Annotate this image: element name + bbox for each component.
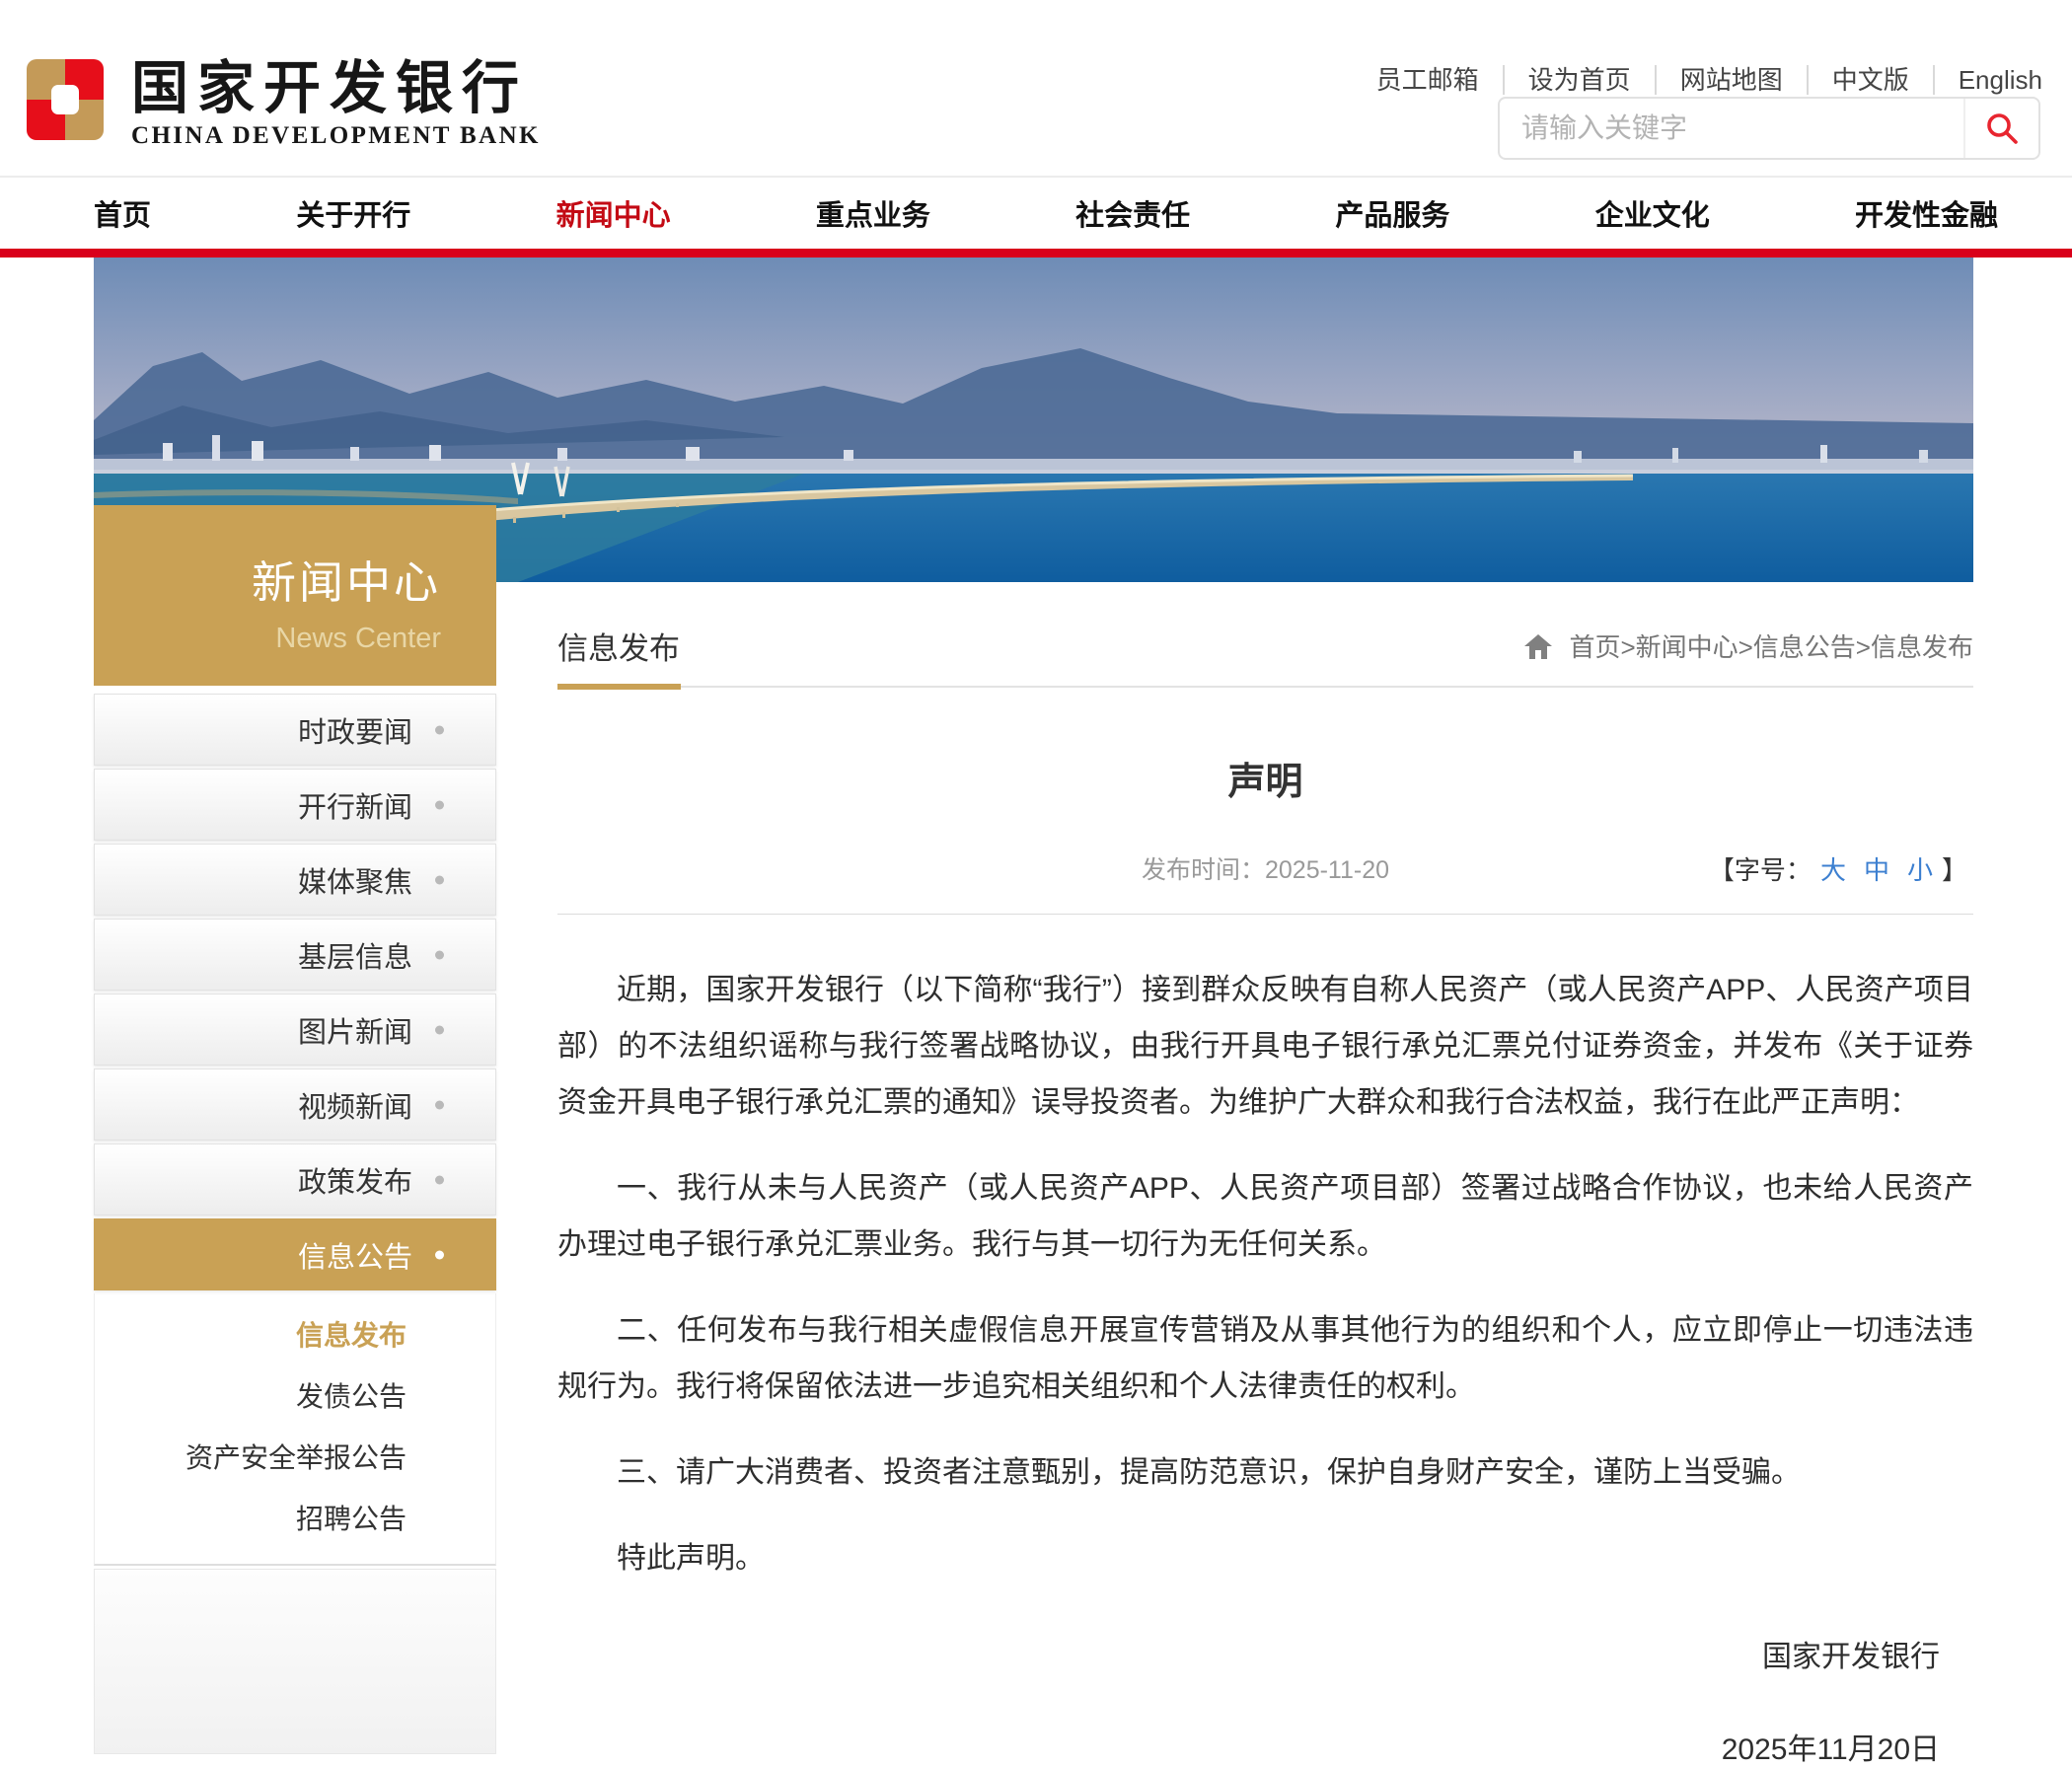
sidebar-item[interactable]: 图片新闻 xyxy=(94,994,496,1066)
sidebar-item-label: 开行新闻 xyxy=(297,791,412,824)
article-paragraph: 一、我行从未与人民资产（或人民资产APP、人民资产项目部）签署过战略合作协议，也… xyxy=(557,1172,1973,1261)
article-date: 2025年11月20日 xyxy=(1721,1733,1940,1766)
sidebar-item-label: 信息公告 xyxy=(297,1241,412,1274)
nav-accent-bar xyxy=(0,249,2072,258)
logo-title-en: CHINA DEVELOPMENT BANK xyxy=(131,122,541,149)
bullet-dot-icon xyxy=(435,875,444,884)
bank-logo-icon xyxy=(27,59,104,140)
breadcrumb[interactable]: 首页>新闻中心>信息公告>信息发布 xyxy=(1523,627,1973,664)
search-box xyxy=(1498,97,2040,160)
page-title: 信息发布 xyxy=(557,631,680,666)
sidebar-header: 新闻中心 News Center xyxy=(94,505,496,686)
sidebar-submenu: 信息发布 发债公告 资产安全举报公告 招聘公告 xyxy=(94,1293,496,1566)
sidebar-item[interactable]: 基层信息 xyxy=(94,919,496,991)
sidebar-title-en: News Center xyxy=(275,623,441,654)
sidebar-item[interactable]: 开行新闻 xyxy=(94,769,496,841)
sidebar-title-cn: 新闻中心 xyxy=(251,557,441,608)
main-content: 信息发布 首页>新闻中心>信息公告>信息发布 声明 发布时间：2025-11-2… xyxy=(557,582,1973,1768)
logo-title-cn: 国家开发银行 xyxy=(131,56,529,120)
sidebar-item[interactable]: 政策发布 xyxy=(94,1143,496,1216)
search-button[interactable] xyxy=(1963,99,2038,158)
sidebar-item-label: 视频新闻 xyxy=(297,1091,412,1124)
sidebar-subitem[interactable]: 发债公告 xyxy=(95,1364,495,1426)
nav-item[interactable]: 社会责任 xyxy=(1075,192,1190,234)
font-size-option[interactable]: 小 xyxy=(1907,855,1933,885)
sidebar-subitem[interactable]: 信息发布 xyxy=(95,1303,495,1364)
sidebar-menu: 时政要闻 开行新闻 媒体聚焦 基层信息 图片新闻 视频新闻 政策发布 信息公告 xyxy=(94,694,496,1290)
sidebar-subitem[interactable]: 招聘公告 xyxy=(95,1487,495,1548)
sidebar-item-label: 基层信息 xyxy=(297,941,412,974)
nav-item[interactable]: 关于开行 xyxy=(296,192,410,234)
article-signature: 国家开发银行 xyxy=(1762,1641,1940,1673)
font-size-control: 【字号： 大中小】 xyxy=(1709,850,1967,890)
bullet-dot-icon xyxy=(435,1250,444,1259)
top-link[interactable]: English xyxy=(1935,65,2042,95)
sidebar-item-label: 时政要闻 xyxy=(297,716,412,749)
sidebar-item[interactable]: 时政要闻 xyxy=(94,694,496,766)
sidebar-empty-panel xyxy=(94,1569,496,1754)
article-paragraph: 三、请广大消费者、投资者注意甄别，提高防范意识，保护自身财产安全，谨防上当受骗。 xyxy=(617,1456,1801,1489)
font-size-option[interactable]: 大 xyxy=(1820,855,1846,885)
nav-item[interactable]: 首页 xyxy=(94,192,151,234)
bullet-dot-icon xyxy=(435,950,444,959)
top-utility-links: 员工邮箱 设为首页 网站地图 中文版 English xyxy=(1353,65,2042,95)
nav-item[interactable]: 产品服务 xyxy=(1335,192,1449,234)
search-input[interactable] xyxy=(1500,99,1963,158)
site-header: 国家开发银行 CHINA DEVELOPMENT BANK 员工邮箱 设为首页 网站… xyxy=(0,0,2072,178)
article-paragraph: 二、任何发布与我行相关虚假信息开展宣传营销及从事其他行为的组织和个人，应立即停止… xyxy=(557,1314,1973,1403)
sidebar-item[interactable]: 信息公告 xyxy=(94,1218,496,1290)
bank-logo[interactable]: 国家开发银行 CHINA DEVELOPMENT BANK xyxy=(27,59,541,150)
top-link[interactable]: 员工邮箱 xyxy=(1353,65,1505,95)
sidebar: 新闻中心 News Center 时政要闻 开行新闻 媒体聚焦 基层信息 图片新… xyxy=(94,505,496,1754)
main-nav: 首页 关于开行 新闻中心 重点业务 社会责任 产品服务 企业文化 开发性金融 xyxy=(0,178,2072,249)
sidebar-item[interactable]: 视频新闻 xyxy=(94,1068,496,1141)
sidebar-item[interactable]: 媒体聚焦 xyxy=(94,844,496,916)
bullet-dot-icon xyxy=(435,1100,444,1109)
nav-item[interactable]: 新闻中心 xyxy=(556,192,671,234)
section-divider xyxy=(557,684,1973,690)
top-link[interactable]: 设为首页 xyxy=(1505,65,1657,95)
sidebar-item-label: 图片新闻 xyxy=(297,1016,412,1049)
sidebar-item-label: 媒体聚焦 xyxy=(297,866,412,899)
nav-item[interactable]: 开发性金融 xyxy=(1855,192,1998,234)
nav-item[interactable]: 企业文化 xyxy=(1595,192,1710,234)
nav-item[interactable]: 重点业务 xyxy=(816,192,930,234)
top-link[interactable]: 中文版 xyxy=(1809,65,1935,95)
sidebar-item-label: 政策发布 xyxy=(297,1166,412,1199)
search-icon xyxy=(1987,113,2018,144)
font-size-close: 】 xyxy=(1941,855,1967,885)
bullet-dot-icon xyxy=(435,1175,444,1184)
font-size-open: 【字号： xyxy=(1708,855,1812,885)
home-icon xyxy=(1524,633,1553,659)
article-paragraph: 近期，国家开发银行（以下简称“我行”）接到群众反映有自称人民资产（或人民资产AP… xyxy=(557,974,1973,1119)
article-title: 声明 xyxy=(1227,762,1303,803)
breadcrumb-text: 首页>新闻中心>信息公告>信息发布 xyxy=(1569,632,1973,662)
article-paragraph: 特此声明。 xyxy=(617,1542,765,1575)
bullet-dot-icon xyxy=(435,1025,444,1034)
bullet-dot-icon xyxy=(435,800,444,809)
bullet-dot-icon xyxy=(435,725,444,734)
meta-divider xyxy=(557,914,1973,915)
sidebar-subitem[interactable]: 资产安全举报公告 xyxy=(95,1426,495,1487)
top-link[interactable]: 网站地图 xyxy=(1657,65,1809,95)
article-body: 近期，国家开发银行（以下简称“我行”）接到群众反映有自称人民资产（或人民资产AP… xyxy=(557,962,1973,1586)
font-size-option[interactable]: 中 xyxy=(1864,855,1889,885)
